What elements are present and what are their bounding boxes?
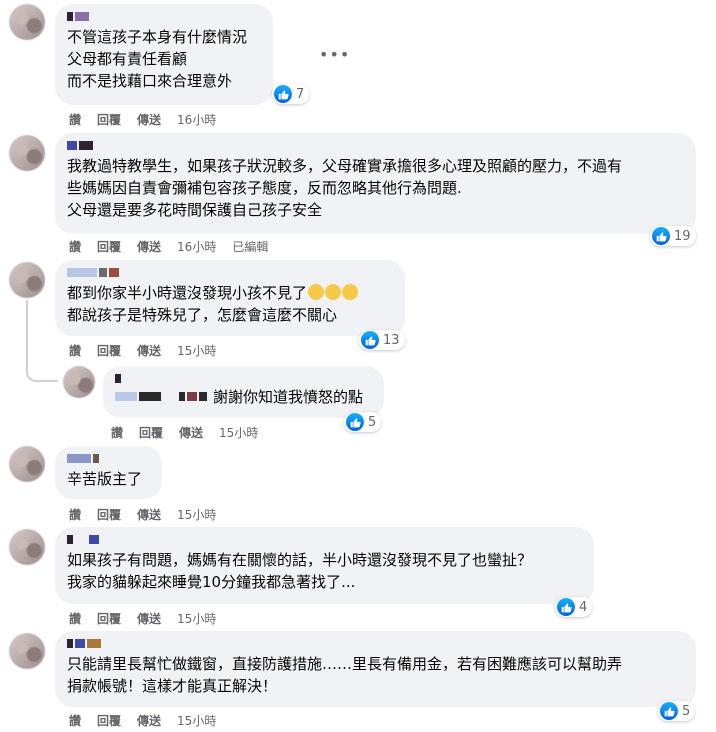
reply-thread-line: [26, 300, 58, 382]
like-count: 5: [682, 703, 691, 719]
share-button[interactable]: 傳送: [137, 342, 161, 359]
reaction-count[interactable]: 7: [272, 84, 310, 104]
thumbs-up-icon: [361, 331, 379, 349]
thumbs-up-icon: [346, 413, 364, 431]
reply-button[interactable]: 回覆: [97, 342, 121, 359]
thumbs-up-icon: [557, 598, 575, 616]
reply-bubble: 謝謝你知道我憤怒的點: [103, 366, 384, 418]
timestamp[interactable]: 16小時: [177, 238, 216, 255]
like-button[interactable]: 讚: [69, 111, 81, 128]
avatar[interactable]: [9, 633, 45, 669]
timestamp[interactable]: 15小時: [177, 610, 216, 627]
share-button[interactable]: 傳送: [137, 238, 161, 255]
reply-text: 謝謝你知道我憤怒的點: [213, 388, 364, 406]
like-button[interactable]: 讚: [69, 610, 81, 627]
rolling-eyes-emoji-icon: [325, 284, 342, 300]
comment-text: 都到你家半小時還沒發現小孩不見了都說孩子是特殊兒了，怎麼會這麼不關心: [67, 282, 393, 326]
avatar[interactable]: [63, 366, 95, 398]
commenter-name[interactable]: [115, 374, 372, 384]
reply-button[interactable]: 回覆: [97, 610, 121, 627]
comment-bubble: 辛苦版主了: [55, 446, 162, 499]
rolling-eyes-emoji-icon: [308, 284, 325, 300]
timestamp[interactable]: 15小時: [177, 712, 216, 729]
like-count: 4: [579, 599, 588, 615]
like-count: 13: [383, 332, 400, 348]
edited-label[interactable]: 已編輯: [232, 238, 268, 255]
like-count: 5: [368, 414, 377, 430]
commenter-name[interactable]: [67, 535, 582, 545]
comment-actions: 讚 回覆 傳送 15小時: [69, 506, 216, 523]
share-button[interactable]: 傳送: [137, 506, 161, 523]
commenter-name[interactable]: [67, 639, 684, 649]
reaction-count[interactable]: 4: [555, 597, 593, 617]
avatar[interactable]: [9, 529, 45, 565]
reply-button[interactable]: 回覆: [139, 424, 163, 441]
timestamp[interactable]: 15小時: [177, 342, 216, 359]
comment-text-line: 都說孩子是特殊兒了，怎麼會這麼不關心: [67, 306, 338, 324]
share-button[interactable]: 傳送: [137, 712, 161, 729]
reply-button[interactable]: 回覆: [97, 238, 121, 255]
more-options-icon[interactable]: •••: [319, 45, 350, 64]
comment-text-line: 都到你家半小時還沒發現小孩不見了: [67, 284, 308, 302]
timestamp[interactable]: 16小時: [177, 111, 216, 128]
comment-text: 不管這孩子本身有什麼情況 父母都有責任看顧 而不是找藉口來合理意外: [67, 28, 248, 90]
reaction-count[interactable]: 19: [650, 226, 696, 246]
avatar[interactable]: [9, 446, 45, 482]
like-button[interactable]: 讚: [111, 424, 123, 441]
rolling-eyes-emoji-icon: [342, 284, 359, 300]
comment-bubble: 只能請里長幫忙做鐵窗，直接防護措施……里長有備用金，若有困難應該可以幫助弄 捐款…: [55, 631, 696, 707]
like-count: 7: [296, 86, 305, 102]
thumbs-up-icon: [652, 227, 670, 245]
comment-actions: 讚 回覆 傳送 15小時: [69, 610, 216, 627]
commenter-name[interactable]: [67, 268, 393, 278]
comment-actions: 讚 回覆 傳送 15小時: [69, 342, 216, 359]
share-button[interactable]: 傳送: [137, 610, 161, 627]
avatar[interactable]: [9, 262, 45, 298]
reply-button[interactable]: 回覆: [97, 506, 121, 523]
comment-bubble: 都到你家半小時還沒發現小孩不見了都說孩子是特殊兒了，怎麼會這麼不關心: [55, 260, 405, 336]
share-button[interactable]: 傳送: [179, 424, 203, 441]
reaction-count[interactable]: 13: [359, 330, 405, 350]
reply-actions: 讚 回覆 傳送 15小時: [111, 424, 258, 441]
reaction-count[interactable]: 5: [658, 701, 696, 721]
comment-bubble: 我教過特教學生，如果孩子狀況較多，父母確實承擔很多心理及照顧的壓力，不過有 些媽…: [55, 133, 696, 234]
like-button[interactable]: 讚: [69, 712, 81, 729]
avatar[interactable]: [9, 135, 45, 171]
comment-actions: 讚 回覆 傳送 16小時: [69, 111, 216, 128]
mentioned-user-tag[interactable]: [115, 392, 207, 402]
like-count: 19: [674, 228, 691, 244]
comment-text: 辛苦版主了: [67, 470, 143, 488]
timestamp[interactable]: 15小時: [219, 424, 258, 441]
reaction-count[interactable]: 5: [344, 412, 382, 432]
comment-text: 如果孩子有問題，媽媽有在關懷的話，半小時還沒發現不見了也蠻扯？ 我家的貓躲起來睡…: [67, 551, 533, 591]
like-button[interactable]: 讚: [69, 506, 81, 523]
share-button[interactable]: 傳送: [137, 111, 161, 128]
thumbs-up-icon: [660, 702, 678, 720]
like-button[interactable]: 讚: [69, 342, 81, 359]
thumbs-up-icon: [274, 85, 292, 103]
comment-bubble: 不管這孩子本身有什麼情況 父母都有責任看顧 而不是找藉口來合理意外: [55, 4, 273, 105]
comment-actions: 讚 回覆 傳送 15小時: [69, 712, 216, 729]
comment-actions: 讚 回覆 傳送 16小時 已編輯: [69, 238, 268, 255]
avatar[interactable]: [9, 4, 45, 40]
commenter-name[interactable]: [67, 454, 150, 464]
reply-button[interactable]: 回覆: [97, 111, 121, 128]
reply-button[interactable]: 回覆: [97, 712, 121, 729]
like-button[interactable]: 讚: [69, 238, 81, 255]
commenter-name[interactable]: [67, 141, 684, 151]
timestamp[interactable]: 15小時: [177, 506, 216, 523]
comment-text: 我教過特教學生，如果孩子狀況較多，父母確實承擔很多心理及照顧的壓力，不過有 些媽…: [67, 157, 623, 219]
comment-text: 只能請里長幫忙做鐵窗，直接防護措施……里長有備用金，若有困難應該可以幫助弄 捐款…: [67, 655, 623, 695]
commenter-name[interactable]: [67, 12, 261, 22]
comment-bubble: 如果孩子有問題，媽媽有在關懷的話，半小時還沒發現不見了也蠻扯？ 我家的貓躲起來睡…: [55, 527, 594, 604]
